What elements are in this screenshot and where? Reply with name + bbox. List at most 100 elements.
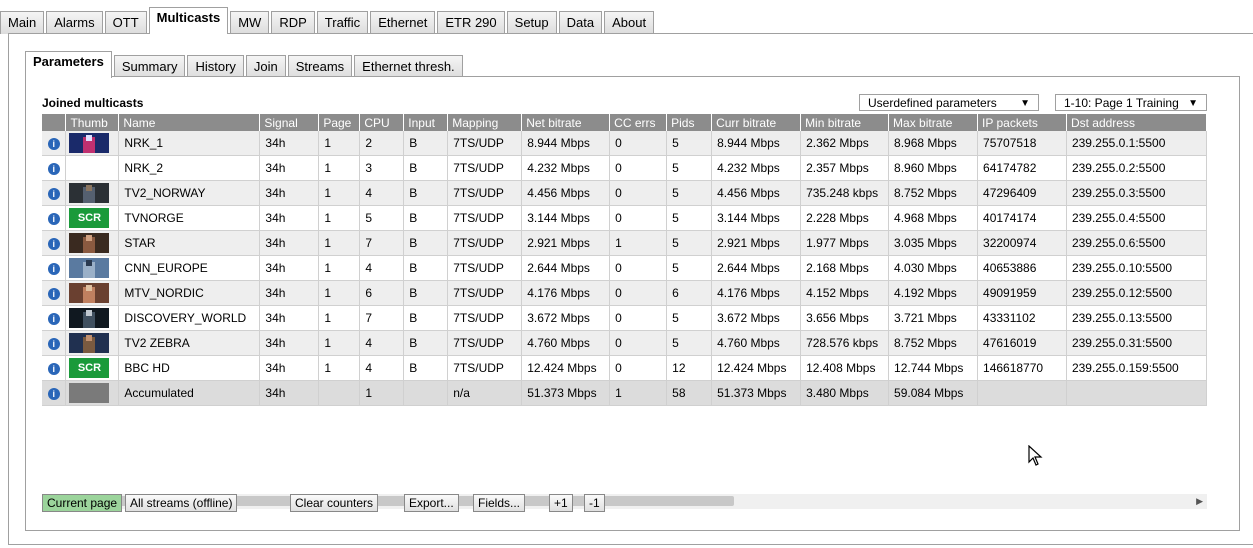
thumbnail-cell[interactable] xyxy=(65,155,120,181)
column-header[interactable]: Dst address xyxy=(1066,114,1207,131)
scroll-right-icon[interactable]: ▶ xyxy=(1196,494,1203,509)
min-bitrate-cell: 12.408 Mbps xyxy=(800,355,890,381)
column-header[interactable]: Signal xyxy=(259,114,320,131)
thumbnail-cell[interactable] xyxy=(65,255,120,281)
info-icon[interactable]: i xyxy=(47,338,60,350)
subtab-summary[interactable]: Summary xyxy=(113,55,186,78)
max-bitrate-cell: 4.192 Mbps xyxy=(888,280,979,306)
info-cell[interactable]: i xyxy=(42,230,67,256)
export-button[interactable]: Export... xyxy=(404,494,459,512)
info-icon[interactable]: i xyxy=(47,263,60,275)
subtab-ethernet-thresh[interactable]: Ethernet thresh. xyxy=(354,55,463,78)
info-cell[interactable]: i xyxy=(42,205,67,231)
info-icon[interactable]: i xyxy=(47,388,60,400)
table-row[interactable]: i TV2_NORWAY 34h 1 4 B 7TS/UDP 4.456 Mbps 0 5 4.45… xyxy=(42,180,1207,206)
thumbnail-image xyxy=(69,133,110,153)
cpu-cell: 1 xyxy=(359,380,405,406)
thumbnail-cell[interactable] xyxy=(65,131,120,156)
thumbnail-cell[interactable] xyxy=(65,230,120,256)
info-cell[interactable]: i xyxy=(42,155,67,181)
info-cell[interactable]: i xyxy=(42,330,67,356)
info-cell[interactable]: i xyxy=(42,255,67,281)
subtab-parameters[interactable]: Parameters xyxy=(25,51,112,78)
info-cell[interactable]: i xyxy=(42,380,67,406)
info-icon[interactable]: i xyxy=(47,313,60,325)
table-row[interactable]: i NRK_2 34h 1 3 B 7TS/UDP 4.232 Mbps 0 5 4.232 Mbp… xyxy=(42,155,1207,181)
table-row[interactable]: i SCR BBC HD 34h 1 4 B 7TS/UDP 12.424 Mbps 0 12 12.… xyxy=(42,355,1207,381)
thumbnail-cell[interactable] xyxy=(65,180,120,206)
min-bitrate-cell: 2.357 Mbps xyxy=(800,155,890,181)
page-select[interactable]: 1-10: Page 1 Training ▼ xyxy=(1055,94,1207,111)
info-icon[interactable]: i xyxy=(47,213,60,225)
info-cell[interactable]: i xyxy=(42,305,67,331)
column-header[interactable]: Name xyxy=(118,114,261,131)
tab-multicasts[interactable]: Multicasts xyxy=(148,7,229,34)
info-icon[interactable]: i xyxy=(47,188,60,200)
column-header[interactable]: Max bitrate xyxy=(888,114,979,131)
info-icon[interactable]: i xyxy=(47,288,60,300)
current-page-button[interactable]: Current page xyxy=(42,494,123,512)
clear-counters-button[interactable]: Clear counters xyxy=(290,494,379,512)
plus-one-button[interactable]: +1 xyxy=(549,494,573,512)
table-row[interactable]: i TV2 ZEBRA 34h 1 4 B 7TS/UDP 4.760 Mbps 0 5 4.760… xyxy=(42,330,1207,356)
tab-main[interactable]: Main xyxy=(0,11,45,34)
column-header[interactable]: Input xyxy=(403,114,449,131)
info-cell[interactable]: i xyxy=(42,131,67,156)
table-row[interactable]: i CNN_EUROPE 34h 1 4 B 7TS/UDP 2.644 Mbps 0 5 2.64… xyxy=(42,255,1207,281)
thumbnail-cell[interactable]: SCR xyxy=(65,355,120,381)
table-row[interactable]: i DISCOVERY_WORLD 34h 1 7 B 7TS/UDP 3.672 Mbps 0… xyxy=(42,305,1207,331)
column-header[interactable]: Curr bitrate xyxy=(711,114,802,131)
table-row[interactable]: i STAR 34h 1 7 B 7TS/UDP 2.921 Mbps 1 5 2.921 Mbps… xyxy=(42,230,1207,256)
info-cell[interactable]: i xyxy=(42,180,67,206)
table-header-row: Thumb Name Signal Page CPU Input Mapping Net bi… xyxy=(42,114,1207,131)
info-cell[interactable]: i xyxy=(42,280,67,306)
ip-packets-cell: 75707518 xyxy=(977,131,1067,156)
table-row[interactable]: i MTV_NORDIC 34h 1 6 B 7TS/UDP 4.176 Mbps 0 6 4.17… xyxy=(42,280,1207,306)
curr-bitrate-cell: 3.144 Mbps xyxy=(711,205,802,231)
thumbnail-cell[interactable] xyxy=(65,380,120,406)
column-header[interactable]: Page xyxy=(318,114,361,131)
info-icon[interactable]: i xyxy=(47,163,60,175)
tab-ethernet[interactable]: Ethernet xyxy=(370,11,436,34)
subtab-history[interactable]: History xyxy=(187,55,244,78)
column-header[interactable]: Pids xyxy=(666,114,713,131)
column-header[interactable]: CPU xyxy=(359,114,405,131)
tab-mw[interactable]: MW xyxy=(230,11,270,34)
column-header[interactable]: Thumb xyxy=(65,114,120,131)
column-header[interactable]: Net bitrate xyxy=(521,114,611,131)
ip-packets-cell: 49091959 xyxy=(977,280,1067,306)
info-icon[interactable]: i xyxy=(47,138,60,150)
subtab-streams[interactable]: Streams xyxy=(287,55,353,78)
parameter-set-select[interactable]: Userdefined parameters ▼ xyxy=(859,94,1039,111)
table-row[interactable]: i Accumulated 34h 1 n/a 51.373 Mbps 1 58 51.373 … xyxy=(42,380,1207,406)
info-cell[interactable]: i xyxy=(42,355,67,381)
tab-data[interactable]: Data xyxy=(558,11,603,34)
column-header[interactable]: CC errs xyxy=(609,114,668,131)
column-header[interactable] xyxy=(42,114,67,131)
thumbnail-cell[interactable] xyxy=(65,280,120,306)
signal-cell: 34h xyxy=(259,155,320,181)
info-icon[interactable]: i xyxy=(47,238,60,250)
fields-button[interactable]: Fields... xyxy=(473,494,526,512)
column-header[interactable]: Mapping xyxy=(447,114,523,131)
table-row[interactable]: i SCR TVNORGE 34h 1 5 B 7TS/UDP 3.144 Mbps 0 5 3.14… xyxy=(42,205,1207,231)
subtab-join[interactable]: Join xyxy=(245,55,286,78)
thumbnail-cell[interactable] xyxy=(65,330,120,356)
column-header[interactable]: Min bitrate xyxy=(800,114,890,131)
tab-traffic[interactable]: Traffic xyxy=(316,11,369,34)
tab-rdp[interactable]: RDP xyxy=(271,11,315,34)
minus-one-button[interactable]: -1 xyxy=(584,494,605,512)
table-row[interactable]: i NRK_1 34h 1 2 B 7TS/UDP 8.944 Mbps 0 5 8.944 Mbp… xyxy=(42,131,1207,156)
tab-etr-290[interactable]: ETR 290 xyxy=(437,11,505,34)
info-icon[interactable]: i xyxy=(47,363,60,375)
thumbnail-cell[interactable] xyxy=(65,305,120,331)
tab-alarms[interactable]: Alarms xyxy=(46,11,103,34)
net-bitrate-cell: 4.456 Mbps xyxy=(521,180,611,206)
tab-setup[interactable]: Setup xyxy=(506,11,557,34)
tab-about[interactable]: About xyxy=(604,11,655,34)
tab-ott[interactable]: OTT xyxy=(104,11,147,34)
dst-address-cell: 239.255.0.1:5500 xyxy=(1066,131,1207,156)
all-streams-button[interactable]: All streams (offline) xyxy=(125,494,238,512)
thumbnail-cell[interactable]: SCR xyxy=(65,205,120,231)
column-header[interactable]: IP packets xyxy=(977,114,1067,131)
